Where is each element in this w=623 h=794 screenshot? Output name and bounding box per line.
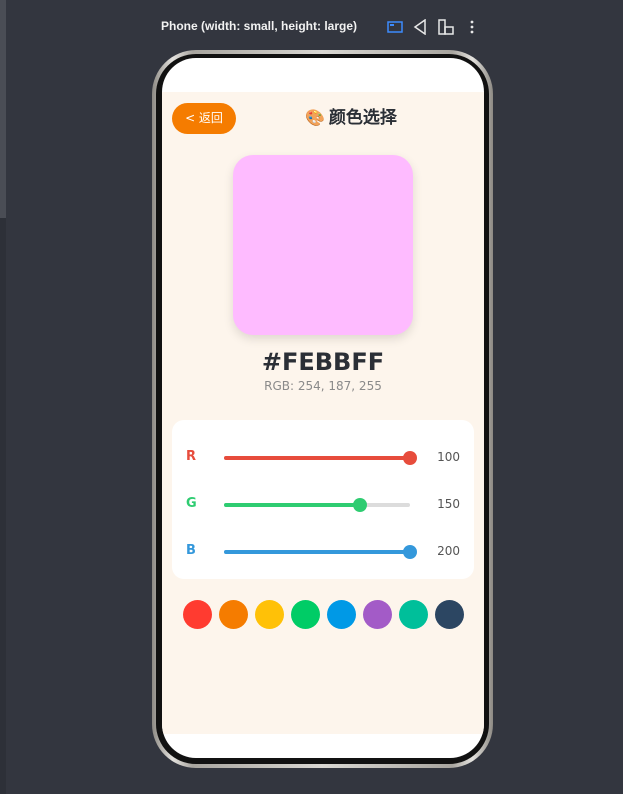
palette-icon: 🎨 (305, 108, 325, 127)
slider-value: 200 (437, 544, 460, 558)
preset-color-blue[interactable] (327, 600, 356, 629)
slider-value: 100 (437, 450, 460, 464)
slider-fill (224, 503, 360, 507)
slider-thumb[interactable] (403, 545, 417, 559)
color-preview-swatch (233, 155, 413, 335)
preview-title: Phone (width: small, height: large) (161, 19, 358, 33)
preset-color-green[interactable] (291, 600, 320, 629)
preset-color-navy[interactable] (435, 600, 464, 629)
phone-screen: < 返回 🎨 颜色选择 #FEBBFF RGB: 254, 187, 255 R … (162, 58, 484, 758)
slider-label: R (186, 449, 197, 464)
slider-track[interactable] (224, 451, 417, 465)
slider-value: 150 (437, 497, 460, 511)
slider-fill (224, 550, 410, 554)
color-picker-page: < 返回 🎨 颜色选择 #FEBBFF RGB: 254, 187, 255 R … (162, 92, 484, 734)
page-title-text: 颜色选择 (328, 108, 397, 128)
preset-color-teal[interactable] (399, 600, 428, 629)
preset-color-yellow[interactable] (255, 600, 284, 629)
slider-label: G (186, 496, 197, 511)
slider-track[interactable] (224, 498, 410, 512)
preset-color-red[interactable] (183, 600, 212, 629)
more-icon[interactable] (463, 18, 481, 36)
page-title: 🎨 颜色选择 (305, 105, 397, 131)
slider-fill (224, 456, 410, 460)
preset-color-purple[interactable] (363, 600, 392, 629)
preset-colors (183, 600, 473, 630)
back-button[interactable]: < 返回 (172, 103, 236, 134)
preview-header: Phone (width: small, height: large) (0, 14, 623, 40)
slider-thumb[interactable] (403, 451, 417, 465)
color-hex-value: #FEBBFF (261, 348, 385, 376)
slider-card: R 100 G 150 B 200 (172, 420, 474, 579)
slider-thumb[interactable] (352, 498, 367, 512)
layout-icon[interactable] (386, 18, 404, 36)
color-rgb-value: RGB: 254, 187, 255 (264, 379, 382, 393)
slider-row-b: B 200 (172, 540, 474, 564)
side-scrollbar-lower (0, 218, 6, 794)
rotate-icon[interactable] (411, 18, 429, 36)
slider-label: B (186, 543, 196, 558)
slider-row-g: G 150 (172, 493, 474, 517)
slider-row-r: R 100 (172, 446, 474, 470)
preset-color-orange[interactable] (219, 600, 248, 629)
slider-track[interactable] (224, 545, 417, 559)
device-icon[interactable] (437, 18, 455, 36)
